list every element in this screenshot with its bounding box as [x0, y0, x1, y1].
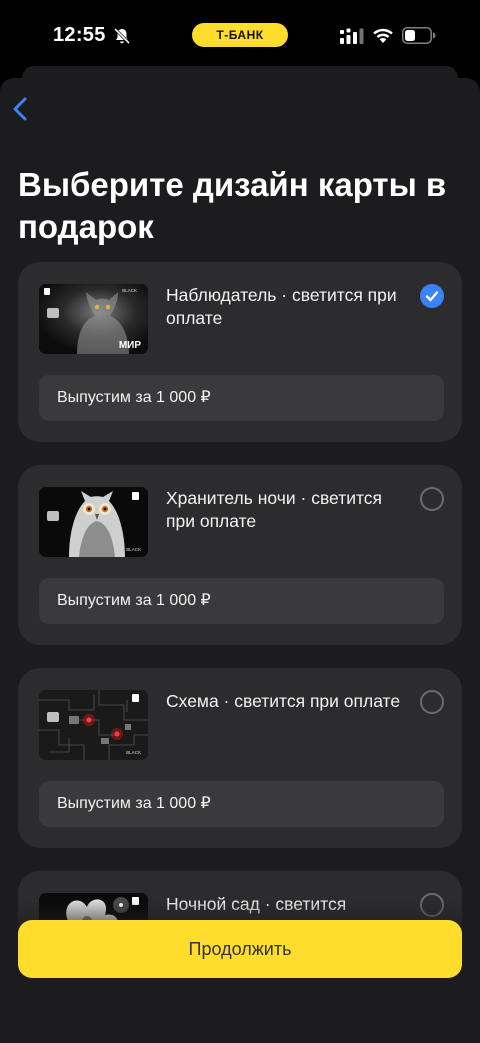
card-design-option-night-keeper[interactable]: BLACK Хранитель ночи · светится при опла… [18, 465, 462, 645]
card-preview-image: BLACK [39, 690, 148, 760]
card-design-option-scheme[interactable]: BLACK Схема · светится при оплате Выпуст… [18, 668, 462, 848]
issue-price-button[interactable]: Выпустим за 1 000 ₽ [39, 578, 444, 624]
card-preview-image: BLACK МИР [39, 284, 148, 354]
card-brand-text: BLACK [126, 750, 141, 755]
radio-button[interactable] [420, 487, 444, 511]
card-option-title: Наблюдатель · светится при оплате [166, 285, 397, 328]
card-option-title: Схема · светится при оплате [166, 691, 401, 711]
status-bar: 12:55 Т-БАНК [0, 0, 480, 70]
continue-button[interactable]: Продолжить [18, 920, 462, 978]
wifi-icon [373, 28, 393, 43]
battery-icon [402, 27, 436, 44]
card-preview-image: BLACK [39, 487, 148, 557]
card-brand-text: BLACK [122, 288, 137, 293]
design-picker-sheet: Выберите дизайн карты в подарок BLACK МИ… [0, 78, 480, 1043]
page-title: Выберите дизайн карты в подарок [18, 166, 447, 245]
card-brand-text: BLACK [126, 547, 141, 552]
issue-price-button[interactable]: Выпустим за 1 000 ₽ [39, 781, 444, 827]
bell-slash-icon [113, 27, 131, 45]
chevron-left-icon[interactable] [10, 95, 34, 123]
bank-pill: Т-БАНК [192, 23, 288, 47]
issue-price-button[interactable]: Выпустим за 1 000 ₽ [39, 375, 444, 421]
selected-checkmark-icon[interactable] [420, 284, 444, 308]
card-design-option-observer[interactable]: BLACK МИР Наблюдатель · светится при опл… [18, 262, 462, 442]
card-payment-system-text: МИР [119, 340, 142, 351]
status-time: 12:55 [53, 24, 106, 46]
radio-button[interactable] [420, 690, 444, 714]
signal-icon [340, 28, 364, 44]
card-option-title: Хранитель ночи · светится при оплате [166, 488, 383, 531]
